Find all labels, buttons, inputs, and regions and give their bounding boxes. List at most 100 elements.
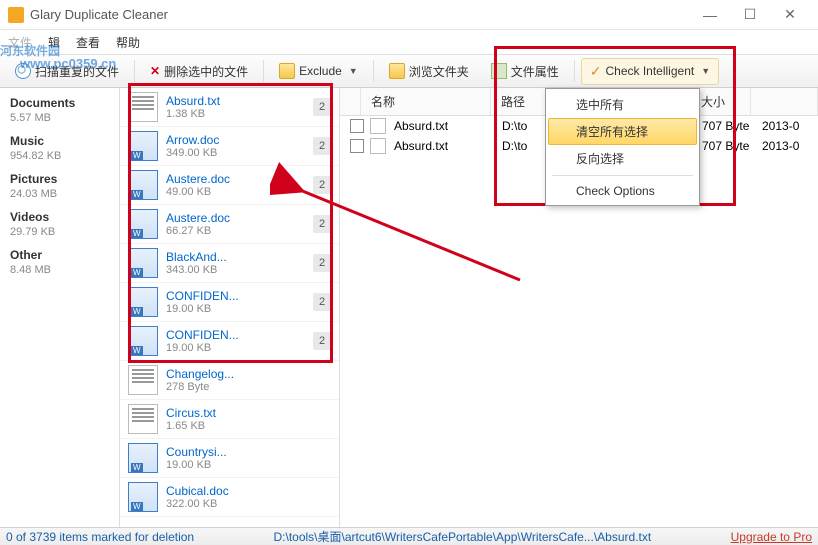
file-size: 19.00 KB [166, 303, 305, 315]
sidebar-category[interactable]: Pictures24.03 MB [10, 172, 109, 200]
file-size: 278 Byte [166, 381, 331, 393]
duplicate-count-badge: 2 [313, 293, 331, 311]
duplicate-count-badge: 2 [313, 332, 331, 350]
file-row[interactable]: Absurd.txt 1.38 KB 2 [120, 88, 339, 127]
category-size: 24.03 MB [10, 188, 109, 200]
duplicate-count-badge: 2 [313, 98, 331, 116]
toolbar: 扫描重复的文件 ✕ 删除选中的文件 Exclude ▼ 浏览文件夹 文件属性 ✓… [0, 54, 818, 88]
file-list[interactable]: Absurd.txt 1.38 KB 2 Arrow.doc 349.00 KB… [120, 88, 340, 527]
file-name: Countrysi... [166, 445, 331, 459]
maximize-button[interactable]: ☐ [730, 0, 770, 30]
txt-file-icon [128, 92, 158, 122]
file-size: 349.00 KB [166, 147, 305, 159]
file-row[interactable]: Austere.doc 49.00 KB 2 [120, 166, 339, 205]
row-checkbox[interactable] [350, 119, 364, 133]
file-size: 322.00 KB [166, 498, 331, 510]
file-size: 66.27 KB [166, 225, 305, 237]
file-name: BlackAnd... [166, 250, 305, 264]
sidebar-category[interactable]: Documents 5.57 MB [10, 96, 109, 124]
file-name: CONFIDEN... [166, 328, 305, 342]
x-icon: ✕ [150, 64, 160, 78]
doc-file-icon [128, 326, 158, 356]
folder-icon [279, 63, 295, 79]
file-row[interactable]: Austere.doc 66.27 KB 2 [120, 205, 339, 244]
doc-file-icon [128, 209, 158, 239]
col-name[interactable]: 名称 [361, 88, 491, 115]
file-size: 1.38 KB [166, 108, 305, 120]
duplicate-count-badge: 2 [313, 137, 331, 155]
file-name: Cubical.doc [166, 484, 331, 498]
category-name: Other [10, 248, 109, 262]
doc-file-icon [128, 131, 158, 161]
menu-bar: 文件 辑 查看 帮助 [0, 30, 818, 54]
minimize-button[interactable]: — [690, 0, 730, 30]
category-size: 954.82 KB [10, 150, 109, 162]
doc-file-icon [128, 287, 158, 317]
menu-help[interactable]: 帮助 [116, 34, 140, 51]
file-name: CONFIDEN... [166, 289, 305, 303]
status-path: D:\tools\桌面\artcut6\WritersCafePortable\… [214, 528, 711, 545]
close-button[interactable]: ✕ [770, 0, 810, 30]
menu-file[interactable]: 文件 [8, 34, 32, 51]
txt-file-icon [370, 138, 386, 154]
doc-file-icon [128, 443, 158, 473]
file-name: Austere.doc [166, 172, 305, 186]
file-size: 343.00 KB [166, 264, 305, 276]
sidebar-category[interactable]: Music954.82 KB [10, 134, 109, 162]
search-icon [15, 63, 31, 79]
duplicate-count-badge: 2 [313, 254, 331, 272]
status-marked: 0 of 3739 items marked for deletion [6, 530, 194, 544]
file-size: 1.65 KB [166, 420, 331, 432]
menu-invert[interactable]: 反向选择 [548, 145, 697, 172]
file-row[interactable]: BlackAnd... 343.00 KB 2 [120, 244, 339, 283]
window-title: Glary Duplicate Cleaner [30, 7, 690, 22]
txt-file-icon [128, 404, 158, 434]
chevron-down-icon: ▼ [349, 66, 358, 76]
menu-clear-all[interactable]: 清空所有选择 [548, 118, 697, 145]
category-name: Videos [10, 210, 109, 224]
delete-button[interactable]: ✕ 删除选中的文件 [141, 58, 257, 85]
category-name: Documents [10, 96, 109, 110]
category-sidebar: Documents 5.57 MB Music954.82 KB Pictures24… [0, 88, 120, 527]
file-row[interactable]: Changelog... 278 Byte [120, 361, 339, 400]
file-name: Absurd.txt [166, 94, 305, 108]
file-row[interactable]: Cubical.doc 322.00 KB [120, 478, 339, 517]
scan-button[interactable]: 扫描重复的文件 [6, 58, 128, 85]
exclude-button[interactable]: Exclude ▼ [270, 58, 367, 84]
cell-name: Absurd.txt [390, 139, 498, 153]
file-name: Arrow.doc [166, 133, 305, 147]
menu-view[interactable]: 查看 [76, 34, 100, 51]
file-size: 19.00 KB [166, 342, 305, 354]
file-row[interactable]: Circus.txt 1.65 KB [120, 400, 339, 439]
category-size: 29.79 KB [10, 226, 109, 238]
col-size[interactable]: 大小 [691, 88, 751, 115]
file-row[interactable]: CONFIDEN... 19.00 KB 2 [120, 322, 339, 361]
file-row[interactable]: Countrysi... 19.00 KB [120, 439, 339, 478]
category-size: 5.57 MB [10, 112, 109, 124]
file-row[interactable]: Arrow.doc 349.00 KB 2 [120, 127, 339, 166]
duplicate-count-badge: 2 [313, 215, 331, 233]
menu-select-all[interactable]: 选中所有 [548, 91, 697, 118]
browse-button[interactable]: 浏览文件夹 [380, 58, 478, 85]
file-size: 19.00 KB [166, 459, 331, 471]
chevron-down-icon: ▼ [701, 66, 710, 76]
sidebar-category[interactable]: Videos 29.79 KB [10, 210, 109, 238]
row-checkbox[interactable] [350, 139, 364, 153]
menu-edit[interactable]: 辑 [48, 34, 60, 51]
properties-button[interactable]: 文件属性 [482, 58, 568, 85]
check-menu-popup: 选中所有 清空所有选择 反向选择 Check Options [545, 88, 700, 206]
sidebar-category[interactable]: Other8.48 MB [10, 248, 109, 276]
upgrade-link[interactable]: Upgrade to Pro [731, 530, 812, 544]
doc-file-icon [128, 170, 158, 200]
doc-file-icon [128, 248, 158, 278]
menu-separator [552, 175, 693, 176]
check-intelligent-button[interactable]: ✓ Check Intelligent ▼ [581, 58, 719, 85]
txt-file-icon [128, 365, 158, 395]
doc-file-icon [128, 482, 158, 512]
file-size: 49.00 KB [166, 186, 305, 198]
status-bar: 0 of 3739 items marked for deletion D:\t… [0, 527, 818, 545]
menu-check-options[interactable]: Check Options [548, 179, 697, 203]
file-row[interactable]: CONFIDEN... 19.00 KB 2 [120, 283, 339, 322]
file-name: Circus.txt [166, 406, 331, 420]
check-icon: ✓ [590, 63, 602, 80]
